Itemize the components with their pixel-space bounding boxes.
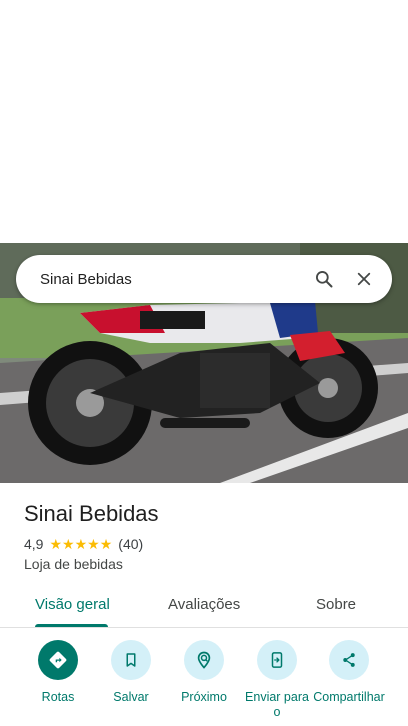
star-icon: ★: [74, 536, 88, 552]
action-row: Rotas Salvar Próximo Enviar para o Compa…: [0, 640, 408, 726]
send-to-phone-button[interactable]: Enviar para o: [240, 640, 314, 720]
share-label: Compartilhar: [313, 690, 385, 704]
tab-overview[interactable]: Visão geral: [35, 596, 110, 613]
rating-value: 4,9: [24, 536, 44, 552]
search-query[interactable]: Sinai Bebidas: [40, 271, 304, 288]
nearby-icon: [184, 640, 224, 680]
bookmark-icon: [111, 640, 151, 680]
place-title: Sinai Bebidas: [24, 501, 159, 526]
close-icon[interactable]: [344, 259, 384, 299]
star-icon: ★: [99, 536, 113, 552]
send-to-phone-label: Enviar para o: [245, 690, 309, 719]
share-button[interactable]: Compartilhar: [312, 640, 386, 705]
search-bar[interactable]: Sinai Bebidas: [16, 255, 392, 303]
tab-bar: Visão geral Avaliações Sobre: [0, 588, 408, 628]
nearby-label: Próximo: [181, 690, 227, 704]
tab-reviews[interactable]: Avaliações: [168, 596, 240, 613]
tab-active-indicator: [35, 624, 108, 627]
directions-icon: [38, 640, 78, 680]
rating-row[interactable]: 4,9 ★ ★ ★ ★ ★ (40): [24, 535, 143, 553]
nearby-button[interactable]: Próximo: [167, 640, 241, 705]
star-icon: ★: [87, 536, 100, 552]
send-to-phone-icon: [257, 640, 297, 680]
blank-area: [0, 0, 408, 243]
search-icon[interactable]: [304, 259, 344, 299]
directions-label: Rotas: [41, 690, 75, 704]
reviews-count: (40): [118, 536, 144, 552]
save-button[interactable]: Salvar: [94, 640, 168, 705]
star-icon: ★: [62, 536, 75, 552]
share-icon: [329, 640, 369, 680]
star-icon: ★: [49, 536, 63, 552]
rating-stars: ★ ★ ★ ★ ★: [49, 537, 112, 551]
place-category: Loja de bebidas: [24, 556, 123, 572]
save-label: Salvar: [113, 690, 149, 704]
tab-about[interactable]: Sobre: [316, 596, 356, 613]
directions-button[interactable]: Rotas: [21, 640, 95, 705]
